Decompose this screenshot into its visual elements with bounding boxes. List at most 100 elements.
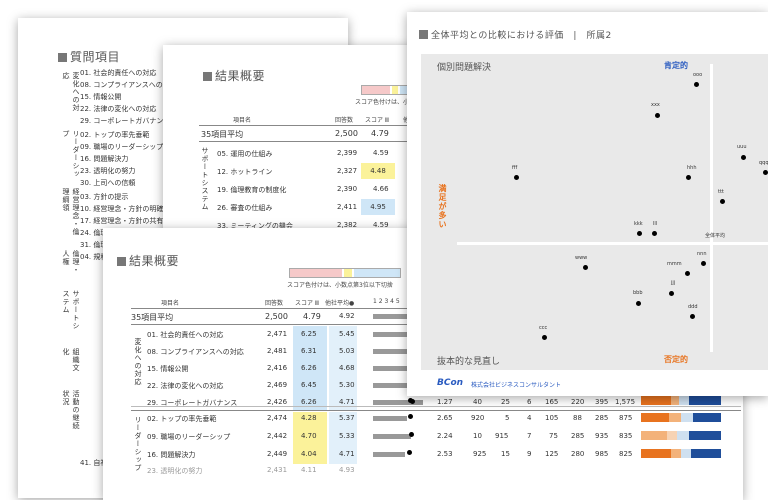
total-count: 2,500 — [265, 312, 288, 321]
extra-cell: 285 — [571, 432, 585, 440]
table-row-count: 2,481 — [267, 347, 288, 355]
total-count: 2,500 — [335, 129, 358, 138]
list-item: 23. 透明化の努力 — [80, 167, 136, 175]
extra-cell: 10 — [473, 432, 482, 440]
axis-label-left: 満足が多い — [438, 184, 447, 229]
table-row-score: 4.48 — [361, 163, 395, 179]
logo-text: BCon — [437, 378, 464, 388]
point-label: ccc — [539, 325, 548, 331]
table-row-score: 4.04 — [301, 450, 317, 458]
col-header-other: 他社平均● — [325, 300, 355, 307]
group-label: リーダーシップ — [62, 130, 80, 178]
group-label: 組織文化 — [62, 348, 80, 372]
score-dot — [408, 414, 413, 419]
x-axis-line — [457, 242, 768, 245]
point-label: jjj — [671, 280, 676, 286]
list-item: 10. 経営理念・方針の明確化 — [80, 205, 171, 213]
point-label: uuu — [737, 144, 747, 150]
point-label: www — [575, 255, 588, 261]
point-label: ttt — [718, 189, 724, 195]
total-label: 35項目平均 — [201, 130, 244, 139]
data-point — [655, 113, 660, 118]
group-label: リーダーシップ — [134, 416, 142, 472]
table-row-count: 2,411 — [337, 203, 358, 211]
score-dot — [408, 398, 413, 403]
table-row-other: 5.37 — [339, 414, 355, 422]
point-label: fff — [512, 165, 518, 171]
list-item: 15. 情報公開 — [80, 93, 122, 101]
point-label: xxx — [651, 102, 660, 108]
table-row-label: 26. 審査の仕組み — [217, 204, 273, 212]
data-point — [669, 291, 674, 296]
table-row-score: 4.70 — [301, 432, 317, 440]
data-point — [652, 231, 657, 236]
data-point — [701, 261, 706, 266]
table-row-count: 2,442 — [267, 432, 288, 440]
company-name: 株式会社ビジネスコンサルタント — [471, 382, 562, 389]
sheet-title: 結果概要 — [203, 67, 265, 84]
data-point — [741, 155, 746, 160]
extra-cell: 285 — [595, 414, 609, 422]
table-row-other: 4.71 — [339, 398, 355, 406]
extra-cell: 925 — [473, 450, 487, 458]
table-row-score: 6.26 — [301, 398, 317, 406]
group-label: サポートシステム — [62, 290, 80, 330]
table-row-label: 09. 職場のリーダーシップ — [147, 433, 231, 441]
extra-cell: 125 — [545, 450, 559, 458]
table-row-score: 4.66 — [373, 185, 389, 193]
extra-cell: 2.53 — [437, 450, 453, 458]
col-header-count: 回答数 — [335, 117, 354, 124]
col-header-score: スコア Ⅲ — [295, 300, 320, 307]
quadrant-label: 個別問題解決 — [437, 63, 492, 73]
table-row-count: 2,327 — [337, 167, 358, 175]
extra-cell: 4 — [527, 414, 532, 422]
chart-area — [421, 54, 768, 370]
table-row-other: 5.33 — [339, 432, 355, 440]
extra-cell: 280 — [571, 450, 585, 458]
list-item: 02. トップの率先垂範 — [80, 131, 150, 139]
col-header-item: 項目名 — [161, 300, 180, 307]
sheet-title: 質問項目 — [58, 48, 120, 65]
data-point — [686, 175, 691, 180]
stacked-bar — [641, 431, 721, 440]
extra-cell: 825 — [619, 450, 633, 458]
table-row-label: 22. 法律の変化への対応 — [147, 382, 224, 390]
total-score: 4.79 — [371, 129, 389, 138]
data-point — [690, 314, 695, 319]
point-label: bbb — [633, 290, 643, 296]
extra-cell: 88 — [573, 414, 582, 422]
point-label: mmm — [667, 261, 682, 267]
extra-cell: 835 — [619, 432, 633, 440]
score-bar — [373, 416, 407, 421]
score-bar — [373, 400, 423, 405]
table-row-count: 2,474 — [267, 414, 288, 422]
divider — [131, 410, 741, 411]
extra-cell: 105 — [545, 414, 559, 422]
extra-cell: 6 — [527, 398, 532, 406]
table-row-score: 4.11 — [301, 466, 317, 474]
table-row-score: 6.25 — [301, 330, 317, 338]
table-row-other: 5.45 — [339, 330, 355, 338]
extra-cell: 1.27 — [437, 398, 453, 406]
list-item: 22. 法律の変化への対応 — [80, 105, 157, 113]
list-item: 30. 上司への信頼 — [80, 179, 136, 187]
list-item: 03. 方針の提示 — [80, 193, 129, 201]
data-point — [720, 199, 725, 204]
table-row-label: 19. 倫理教育の制度化 — [217, 186, 287, 194]
data-point — [542, 335, 547, 340]
stacked-bar — [641, 413, 721, 422]
table-row-count: 2,469 — [267, 381, 288, 389]
comparison-chart-sheet: 全体平均との比較における評価 | 所属2 個別問題解決 抜本的な見直し 肯定的 … — [407, 12, 768, 396]
divider — [131, 406, 741, 407]
table-row-count: 2,449 — [267, 450, 288, 458]
extra-cell: 915 — [495, 432, 509, 440]
list-item: 01. 社会的責任への対応 — [80, 69, 157, 77]
group-label: 変化への対応 — [62, 72, 80, 112]
table-row-score: 4.59 — [373, 149, 389, 157]
extra-cell: 395 — [595, 398, 609, 406]
extra-cell: 165 — [545, 398, 559, 406]
axis-label-bottom: 否定的 — [664, 355, 688, 364]
extra-cell: 7 — [527, 432, 532, 440]
extra-cell: 220 — [571, 398, 585, 406]
table-row-other: 5.03 — [339, 347, 355, 355]
